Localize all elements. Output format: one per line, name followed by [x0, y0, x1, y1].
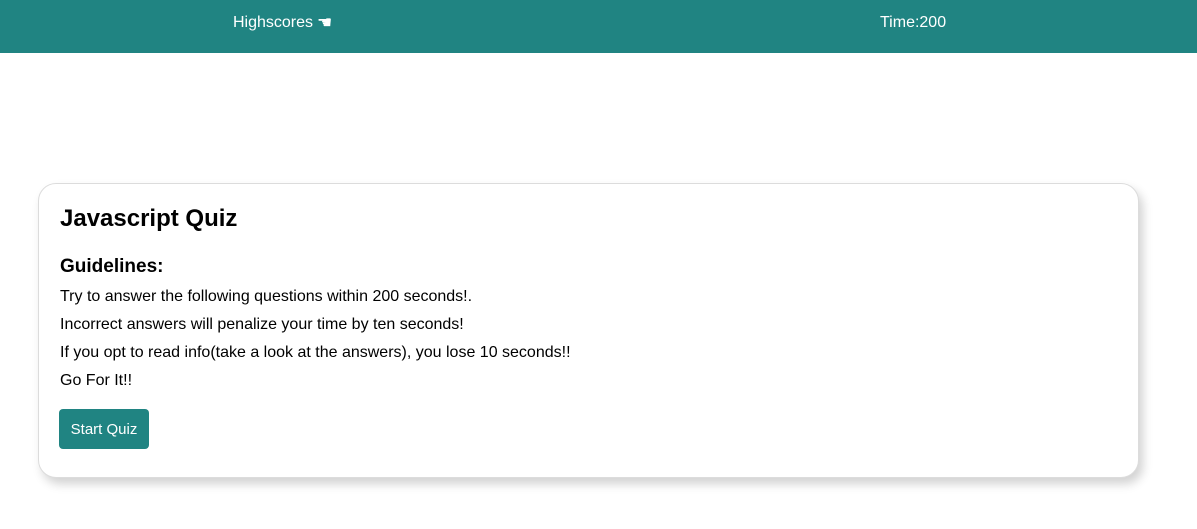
guidelines-heading: Guidelines:	[60, 256, 164, 277]
guideline-item: Try to answer the following questions wi…	[60, 288, 473, 305]
timer-value: 200	[919, 14, 947, 31]
quiz-intro-card: Javascript Quiz Guidelines: Try to answe…	[38, 183, 1139, 478]
highscores-label: Highscores	[233, 14, 314, 31]
guideline-item: Go For It!!	[60, 372, 133, 389]
guideline-item: Incorrect answers will penalize your tim…	[60, 316, 464, 333]
pointing-hand-icon: ☚	[317, 13, 333, 33]
timer-label: Time:	[880, 14, 920, 31]
start-quiz-button[interactable]: Start Quiz	[59, 409, 149, 449]
quiz-title: Javascript Quiz	[60, 205, 238, 232]
timer-display: Time:200	[880, 13, 946, 33]
top-navbar: Highscores ☚ Time:200	[0, 0, 1197, 53]
highscores-link[interactable]: Highscores ☚	[233, 13, 332, 33]
guideline-item: If you opt to read info(take a look at t…	[60, 344, 571, 361]
